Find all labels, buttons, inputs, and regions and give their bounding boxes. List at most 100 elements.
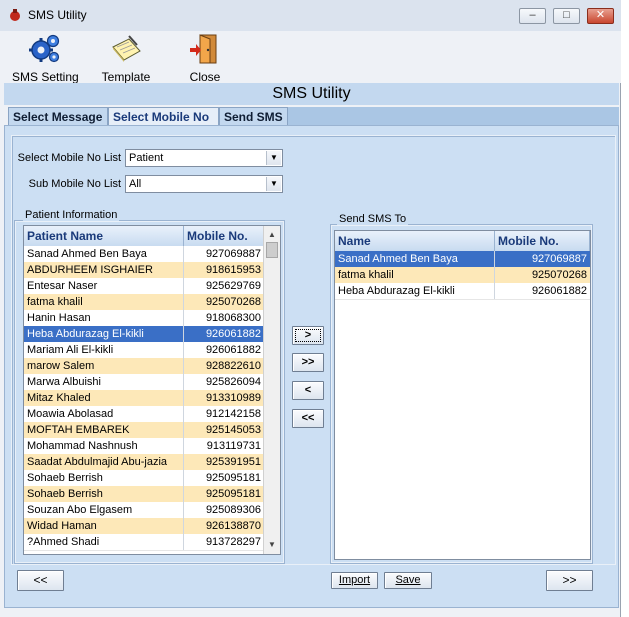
save-button[interactable]: Save: [384, 572, 432, 589]
table-row[interactable]: Heba Abdurazag El-kikli 926061882: [335, 283, 590, 300]
cell-name: Heba Abdurazag El-kikli: [24, 326, 184, 342]
cell-name: Sohaeb Berrish: [24, 470, 184, 486]
table-row[interactable]: Mohammad Nashnush 913119731: [24, 438, 264, 455]
cell-name: ABDURHEEM ISGHAIER: [24, 262, 184, 278]
cell-name: MOFTAH EMBAREK: [24, 422, 184, 438]
exit-door-icon: [190, 34, 217, 64]
template-button[interactable]: Template: [98, 33, 154, 84]
table-row[interactable]: Heba Abdurazag El-kikli 926061882: [24, 326, 264, 342]
table-row[interactable]: Sohaeb Berrish 925095181: [24, 470, 264, 487]
table-row[interactable]: marow Salem 928822610: [24, 358, 264, 375]
cell-name: Hanin Hasan: [24, 310, 184, 326]
cell-mobile: 926138870: [205, 520, 261, 532]
table-row[interactable]: Marwa Albuishi 925826094: [24, 374, 264, 391]
tab-select-mobile-no[interactable]: Select Mobile No: [108, 107, 219, 126]
patient-information-title: Patient Information: [23, 209, 120, 221]
cell-name: Moawia Abolasad: [24, 406, 184, 422]
cell-name: Sohaeb Berrish: [24, 486, 184, 502]
table-row[interactable]: Souzan Abo Elgasem 925089306: [24, 502, 264, 519]
cell-name: fatma khalil: [24, 294, 184, 310]
scroll-thumb[interactable]: [266, 242, 278, 258]
table-row[interactable]: Saadat Abdulmajid Abu-jazia 925391951: [24, 454, 264, 471]
cell-name: Sanad Ahmed Ben Baya: [24, 246, 184, 262]
close-window-button[interactable]: ✕: [587, 8, 614, 24]
sms-utility-window: SMS Utility – □ ✕ SMS Setting Template C…: [0, 0, 621, 617]
cell-mobile: 912142158: [205, 408, 261, 420]
table-row[interactable]: Sohaeb Berrish 925095181: [24, 486, 264, 503]
tab-strip: [288, 107, 619, 125]
patient-grid-scrollbar[interactable]: ▲ ▼: [263, 226, 280, 554]
scroll-up-icon[interactable]: ▲: [264, 228, 280, 242]
table-row[interactable]: fatma khalil 925070268: [24, 294, 264, 311]
cell-mobile: 918068300: [205, 312, 261, 324]
cell-mobile: 925089306: [205, 504, 261, 516]
patient-grid-header: Patient Name Mobile No.: [24, 226, 264, 247]
cell-mobile: 927069887: [531, 253, 587, 265]
table-row[interactable]: ABDURHEEM ISGHAIER 918615953: [24, 262, 264, 279]
table-row[interactable]: fatma khalil 925070268: [335, 267, 590, 284]
col-patient-name[interactable]: Patient Name: [24, 226, 184, 246]
mobile-list-label: Select Mobile No List: [17, 152, 121, 164]
col-mobile-no[interactable]: Mobile No.: [495, 231, 590, 251]
save-label: Save: [395, 574, 421, 586]
cell-mobile: 913310989: [205, 392, 261, 404]
sms-setting-button[interactable]: SMS Setting: [12, 33, 79, 84]
cell-mobile: 926061882: [531, 285, 587, 297]
cell-name: Sanad Ahmed Ben Baya: [335, 251, 495, 267]
sub-list-select[interactable]: All ▼: [125, 175, 283, 193]
close-button[interactable]: Close: [182, 33, 228, 84]
cell-mobile: 925070268: [531, 269, 587, 281]
table-row[interactable]: Hanin Hasan 918068300: [24, 310, 264, 327]
cell-mobile: 913119731: [206, 440, 261, 452]
chevron-down-icon[interactable]: ▼: [266, 177, 281, 191]
maximize-button[interactable]: □: [553, 8, 580, 24]
cell-mobile: 927069887: [205, 248, 261, 260]
gears-icon: [29, 34, 60, 63]
cell-name: Mohammad Nashnush: [24, 438, 184, 454]
sub-list-label: Sub Mobile No List: [28, 178, 121, 190]
cell-mobile: 925826094: [205, 376, 261, 388]
cell-name: Widad Haman: [24, 518, 184, 534]
remove-selected-button[interactable]: <: [292, 381, 324, 400]
col-mobile-no[interactable]: Mobile No.: [184, 226, 264, 246]
import-button[interactable]: Import: [331, 572, 378, 589]
title-bar: SMS Utility – □ ✕: [0, 0, 621, 32]
patient-grid[interactable]: Patient Name Mobile No. Sanad Ahmed Ben …: [23, 225, 281, 555]
cell-name: fatma khalil: [335, 267, 495, 283]
table-row[interactable]: Moawia Abolasad 912142158: [24, 406, 264, 423]
scroll-down-icon[interactable]: ▼: [264, 538, 280, 552]
add-all-button[interactable]: >>: [292, 353, 324, 372]
cell-mobile: 928822610: [205, 360, 261, 372]
table-row[interactable]: ?Ahmed Shadi 913728297: [24, 534, 264, 551]
mobile-list-select[interactable]: Patient ▼: [125, 149, 283, 167]
close-label: Close: [189, 70, 221, 84]
cell-mobile: 925145053: [205, 424, 261, 436]
tab-send-sms[interactable]: Send SMS: [219, 107, 288, 125]
add-selected-button[interactable]: >: [292, 326, 324, 345]
tab-select-message[interactable]: Select Message: [8, 107, 108, 125]
cell-name: Entesar Naser: [24, 278, 184, 294]
app-icon: [10, 9, 20, 21]
cell-mobile: 926061882: [205, 328, 261, 340]
table-row[interactable]: Sanad Ahmed Ben Baya 927069887: [335, 251, 590, 267]
cell-name: marow Salem: [24, 358, 184, 374]
sub-list-value: All: [129, 178, 142, 190]
col-name[interactable]: Name: [335, 231, 495, 251]
table-row[interactable]: Mariam Ali El-kikli 926061882: [24, 342, 264, 359]
table-row[interactable]: Sanad Ahmed Ben Baya 927069887: [24, 246, 264, 263]
table-row[interactable]: Entesar Naser 925629769: [24, 278, 264, 295]
table-row[interactable]: Mitaz Khaled 913310989: [24, 390, 264, 407]
back-button[interactable]: <<: [17, 570, 64, 591]
cell-name: Mariam Ali El-kikli: [24, 342, 184, 358]
cell-mobile: 925095181: [205, 488, 261, 500]
table-row[interactable]: MOFTAH EMBAREK 925145053: [24, 422, 264, 439]
cell-mobile: 926061882: [205, 344, 261, 356]
remove-all-button[interactable]: <<: [292, 409, 324, 428]
next-button[interactable]: >>: [546, 570, 593, 591]
cell-name: ?Ahmed Shadi: [24, 534, 184, 550]
send-to-grid[interactable]: Name Mobile No. Sanad Ahmed Ben Baya 9270…: [334, 230, 591, 560]
chevron-down-icon[interactable]: ▼: [266, 151, 281, 165]
cell-name: Souzan Abo Elgasem: [24, 502, 184, 518]
minimize-button[interactable]: –: [519, 8, 546, 24]
table-row[interactable]: Widad Haman 926138870: [24, 518, 264, 535]
